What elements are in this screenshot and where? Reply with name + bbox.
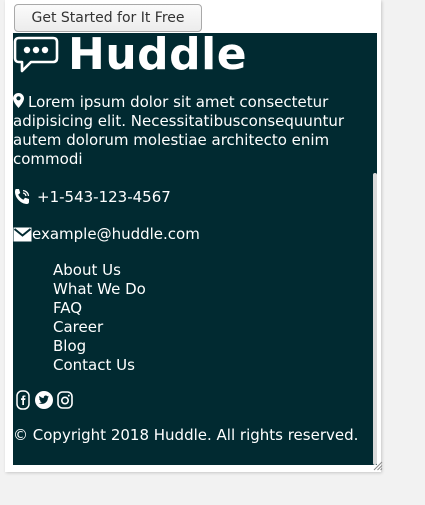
facebook-icon[interactable] (13, 390, 33, 410)
social-links (13, 390, 76, 410)
nav-link-contact-us[interactable]: Contact Us (53, 356, 135, 374)
page-frame: Get Started for It Free Huddle Lorem ips… (5, 0, 383, 472)
email-address[interactable]: example@huddle.com (32, 224, 200, 244)
footer-logo[interactable]: Huddle (13, 33, 248, 80)
footer-nav: About Us What We Do FAQ Career Blog Cont… (53, 261, 146, 375)
get-started-button[interactable]: Get Started for It Free (14, 4, 202, 32)
mail-icon (13, 227, 32, 241)
footer-nav-item: FAQ (53, 299, 146, 318)
scrollbar-track[interactable] (372, 33, 377, 465)
nav-link-career[interactable]: Career (53, 318, 103, 336)
nav-link-blog[interactable]: Blog (53, 337, 86, 355)
footer-nav-item: About Us (53, 261, 146, 280)
phone-number: +1-543-123-4567 (37, 188, 171, 206)
footer-email[interactable]: example@huddle.com (13, 224, 200, 244)
footer-phone: +1-543-123-4567 (13, 187, 171, 207)
site-footer[interactable]: Huddle Lorem ipsum dolor sit amet consec… (13, 33, 377, 465)
chat-bubble-icon (13, 36, 59, 73)
twitter-icon[interactable] (34, 390, 54, 410)
scrollbar-thumb[interactable] (373, 173, 377, 465)
footer-nav-item: Career (53, 318, 146, 337)
footer-nav-item: Contact Us (53, 356, 146, 375)
nav-link-what-we-do[interactable]: What We Do (53, 280, 146, 298)
footer-nav-item: Blog (53, 337, 146, 356)
footer-nav-item: What We Do (53, 280, 146, 299)
phone-icon (15, 189, 30, 204)
brand-name: Huddle (68, 33, 248, 80)
about-text: Lorem ipsum dolor sit amet consectetur a… (13, 93, 345, 168)
nav-link-about-us[interactable]: About Us (53, 261, 121, 279)
copyright-text: © Copyright 2018 Huddle. All rights rese… (13, 426, 359, 444)
location-pin-icon (13, 93, 24, 108)
footer-about-text: Lorem ipsum dolor sit amet consectetur a… (13, 93, 371, 169)
nav-link-faq[interactable]: FAQ (53, 299, 82, 317)
resize-grip-icon[interactable] (371, 459, 383, 471)
instagram-icon[interactable] (55, 390, 75, 410)
